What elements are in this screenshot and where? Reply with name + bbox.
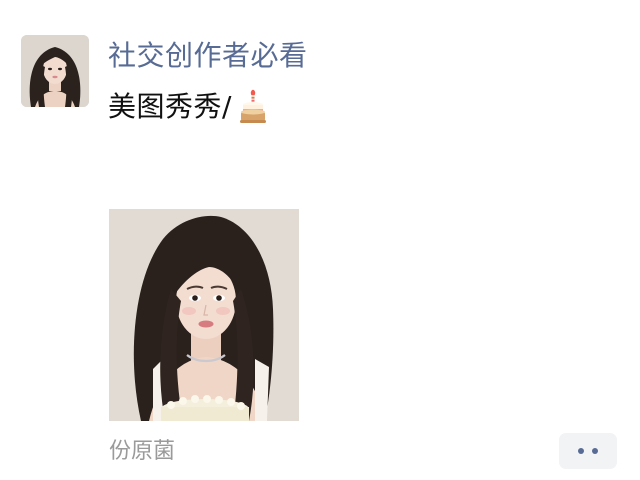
more-options-button[interactable]	[559, 433, 617, 469]
post-location[interactable]: 份原菌	[109, 436, 175, 468]
avatar[interactable]	[21, 35, 89, 107]
post-photo[interactable]	[109, 209, 299, 421]
dot-icon	[592, 448, 598, 454]
post-text-line: 美图秀秀/	[108, 86, 268, 128]
moments-post: 社交创作者必看 美图秀秀/ 份原菌	[0, 0, 640, 480]
author-name-link[interactable]: 社交创作者必看	[108, 36, 308, 76]
cake-icon	[238, 89, 268, 125]
dot-icon	[578, 448, 584, 454]
avatar-image	[21, 35, 89, 107]
post-text: 美图秀秀/	[108, 90, 232, 123]
portrait-image	[109, 209, 299, 421]
